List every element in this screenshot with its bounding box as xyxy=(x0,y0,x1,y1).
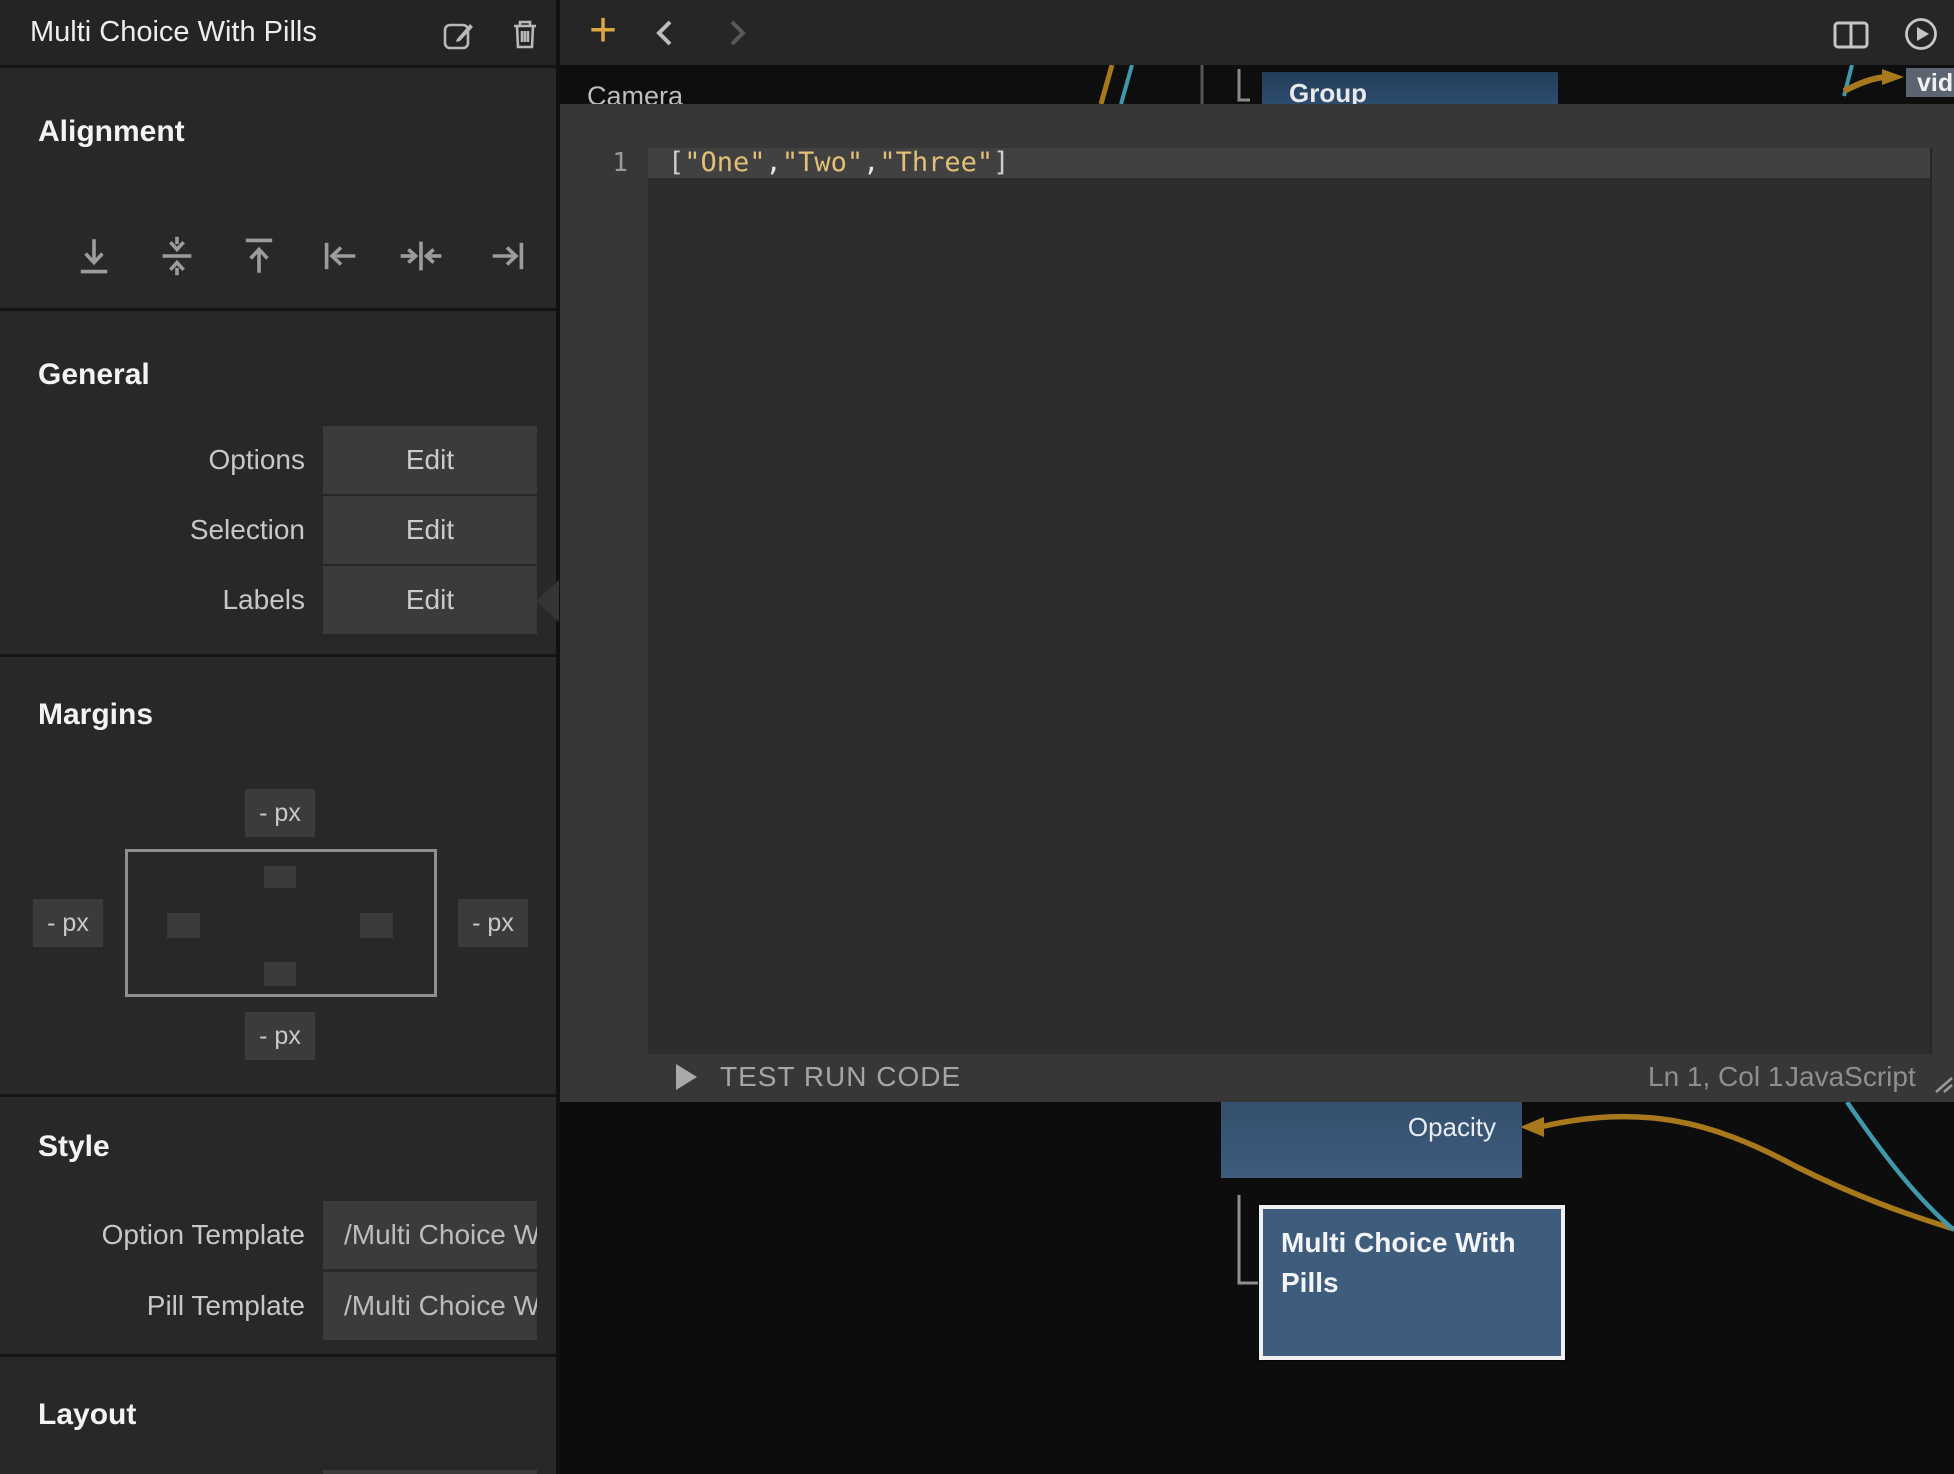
code-token: , xyxy=(863,147,879,178)
section-general: General Options Edit Selection Edit Labe… xyxy=(0,311,556,654)
add-patch-button[interactable]: + xyxy=(578,0,628,65)
code-token: "One" xyxy=(684,147,765,178)
trash-icon xyxy=(514,22,536,47)
margin-handle-bottom xyxy=(264,962,296,986)
chevron-left-icon xyxy=(659,22,670,44)
align-right-icon[interactable] xyxy=(483,232,531,280)
options-label: Options xyxy=(0,426,305,494)
margin-handle-right xyxy=(360,913,393,938)
layout-heading: Layout xyxy=(38,1398,136,1432)
test-run-code-button[interactable]: TEST RUN CODE xyxy=(720,1054,961,1102)
split-view-button[interactable] xyxy=(1833,21,1869,54)
multi-choice-with-pills-node[interactable]: Multi Choice With Pills xyxy=(1259,1205,1565,1360)
labels-edit-button[interactable]: Edit xyxy=(323,566,537,634)
general-heading: General xyxy=(38,358,150,392)
split-view-icon xyxy=(1835,23,1867,47)
sidebar-header: Multi Choice With Pills xyxy=(0,0,556,65)
code-editor-popover: 1 ["One","Two","Three"] TEST RUN CODE Ln… xyxy=(560,104,1954,1102)
opacity-node[interactable]: Opacity xyxy=(1221,1102,1522,1178)
option-template-label: Option Template xyxy=(0,1201,305,1269)
app-window: Multi Choice With Pills xyxy=(0,0,1954,1474)
option-template-value[interactable]: /Multi Choice Wit xyxy=(323,1201,537,1269)
selection-label: Selection xyxy=(0,496,305,564)
patch-title: Multi Choice With Pills xyxy=(30,0,317,65)
video-node[interactable]: vid xyxy=(1906,68,1954,97)
section-alignment: Alignment xyxy=(0,68,556,308)
chevron-right-icon xyxy=(732,22,743,44)
video-node-label: vid xyxy=(1917,69,1953,97)
code-token: , xyxy=(766,147,782,178)
graph-toolbar: + xyxy=(560,0,1954,65)
pill-template-label: Pill Template xyxy=(0,1272,305,1340)
group-node-label: Group xyxy=(1289,78,1367,104)
group-node[interactable]: Group xyxy=(1262,72,1558,104)
run-play-icon[interactable] xyxy=(676,1064,697,1090)
section-margins: Margins - px - px - px - px xyxy=(0,657,556,1094)
selection-edit-button[interactable]: Edit xyxy=(323,496,537,564)
node-graph-bottom[interactable]: Opacity Multi Choice With Pills xyxy=(560,1102,1954,1474)
margin-handle-left xyxy=(167,913,200,938)
editor-status-bar: TEST RUN CODE Ln 1, Col 1 JavaScript xyxy=(560,1054,1954,1102)
editor-scrollbar-track[interactable] xyxy=(1930,148,1932,1054)
code-line-1[interactable]: ["One","Two","Three"] xyxy=(648,148,1930,178)
align-left-icon[interactable] xyxy=(317,232,365,280)
code-editor-body[interactable] xyxy=(648,178,1930,1054)
margin-handle-top xyxy=(264,866,296,888)
play-button[interactable] xyxy=(1904,17,1938,56)
code-token: "Three" xyxy=(879,147,993,178)
edit-patch-button[interactable] xyxy=(442,17,476,51)
camera-node-label: Camera xyxy=(587,81,683,104)
code-token: "Two" xyxy=(782,147,863,178)
play-icon xyxy=(1907,20,1936,49)
section-style: Style Option Template /Multi Choice Wit … xyxy=(0,1097,556,1354)
resize-grip[interactable] xyxy=(1932,1076,1954,1094)
forward-button[interactable] xyxy=(724,18,750,48)
layout-partial-control[interactable] xyxy=(323,1470,537,1474)
code-token: ] xyxy=(993,147,1009,178)
language-indicator[interactable]: JavaScript xyxy=(1785,1054,1916,1102)
labels-label: Labels xyxy=(0,566,305,634)
align-vertical-center-icon[interactable] xyxy=(153,232,201,280)
popover-arrow xyxy=(536,580,559,622)
multi-choice-node-label: Multi Choice With Pills xyxy=(1281,1227,1516,1298)
margin-preview-box xyxy=(125,849,437,997)
margin-bottom-field[interactable]: - px xyxy=(245,1012,315,1060)
node-graph-top[interactable]: Camera Group vid xyxy=(560,65,1954,104)
line-number: 1 xyxy=(560,148,628,178)
align-bottom-icon[interactable] xyxy=(70,232,118,280)
cursor-position: Ln 1, Col 1 xyxy=(1648,1054,1783,1102)
margin-top-field[interactable]: - px xyxy=(245,789,315,837)
opacity-node-label: Opacity xyxy=(1408,1112,1496,1143)
pencil-square-icon xyxy=(445,24,473,48)
margin-left-field[interactable]: - px xyxy=(33,899,103,947)
delete-patch-button[interactable] xyxy=(508,17,542,51)
arrowhead-right-icon xyxy=(1882,69,1904,85)
margin-right-field[interactable]: - px xyxy=(458,899,528,947)
section-layout: Layout xyxy=(0,1357,556,1474)
arrowhead-left-icon xyxy=(1520,1117,1544,1137)
align-horizontal-center-icon[interactable] xyxy=(397,232,445,280)
style-heading: Style xyxy=(38,1130,110,1164)
back-button[interactable] xyxy=(652,18,678,48)
inspector-sidebar: Multi Choice With Pills xyxy=(0,0,556,1474)
align-top-icon[interactable] xyxy=(235,232,283,280)
wires-top xyxy=(560,65,1954,104)
code-token: [ xyxy=(668,147,684,178)
options-edit-button[interactable]: Edit xyxy=(323,426,537,494)
alignment-heading: Alignment xyxy=(38,115,185,149)
pill-template-value[interactable]: /Multi Choice Wit xyxy=(323,1272,537,1340)
margins-heading: Margins xyxy=(38,698,153,732)
